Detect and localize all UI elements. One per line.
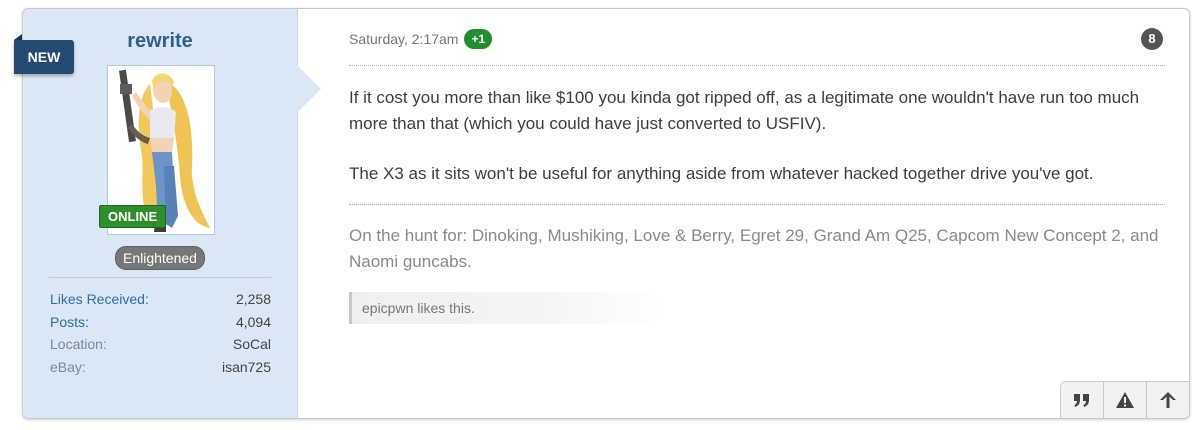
likes-text[interactable]: epicpwn likes this. (362, 300, 475, 316)
post-content: Saturday, 2:17am +1 8 If it cost you mor… (321, 9, 1189, 418)
stat-value: 4,094 (235, 313, 271, 330)
post-number-badge[interactable]: 8 (1141, 28, 1163, 50)
sidebar-pointer (297, 65, 321, 113)
stat-label[interactable]: Likes Received: (50, 288, 149, 311)
scroll-top-button[interactable] (1147, 382, 1189, 418)
forum-post: rewrite ONLINE Enlightened Likes Receive… (22, 8, 1190, 419)
stat-value: 2,258 (235, 291, 271, 307)
online-status-badge: ONLINE (99, 205, 167, 228)
rating-badge: +1 (464, 29, 493, 49)
stat-label[interactable]: Posts: (50, 311, 89, 334)
warning-icon (1116, 392, 1134, 408)
new-ribbon: NEW (14, 40, 74, 74)
stat-ebay: eBay: isan725 (50, 356, 271, 379)
report-button[interactable] (1104, 382, 1147, 418)
quote-button[interactable] (1061, 382, 1104, 418)
arrow-up-icon (1160, 392, 1176, 408)
likes-summary: epicpwn likes this. (349, 292, 666, 324)
post-signature: On the hunt for: Dinoking, Mushiking, Lo… (349, 226, 1159, 271)
user-title-badge: Enlightened (115, 246, 205, 270)
stat-value: SoCal (232, 336, 271, 352)
message-paragraph: The X3 as it sits won't be useful for an… (349, 164, 1094, 183)
sidebar-divider (49, 277, 271, 278)
quote-icon (1074, 394, 1089, 407)
stat-label: Location: (50, 336, 107, 352)
post-meta: Saturday, 2:17am +1 (349, 29, 493, 49)
stat-label: eBay: (50, 358, 86, 375)
meta-divider (349, 65, 1165, 66)
post-actions (1060, 381, 1189, 418)
stat-likes-received: Likes Received: 2,258 (50, 288, 271, 311)
post-message: If it cost you more than like $100 you k… (349, 85, 1164, 211)
stat-value: isan725 (221, 358, 271, 375)
stat-posts: Posts: 4,094 (50, 311, 271, 334)
stat-location: Location: SoCal (50, 333, 271, 356)
user-stats: Likes Received: 2,258 Posts: 4,094 Locat… (50, 288, 271, 378)
signature-divider (349, 204, 1165, 205)
post-timestamp[interactable]: Saturday, 2:17am (349, 31, 458, 47)
message-paragraph: If it cost you more than like $100 you k… (349, 88, 1140, 133)
